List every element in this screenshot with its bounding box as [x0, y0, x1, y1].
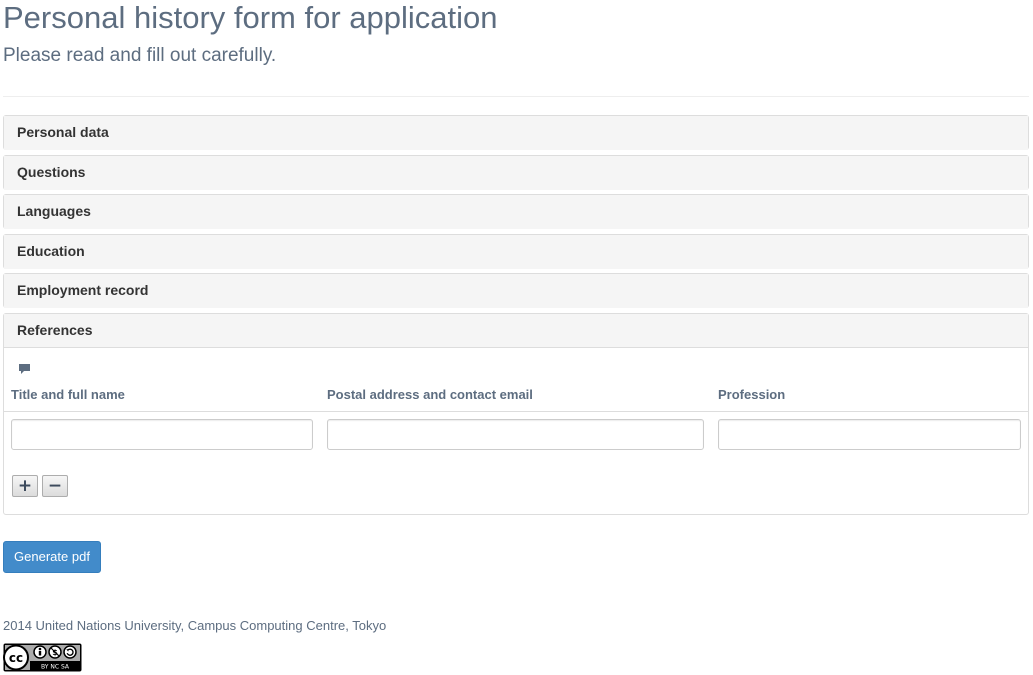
references-body: Title and full name Postal address and c…: [4, 348, 1028, 514]
column-header-postal-address-email: Postal address and contact email: [327, 387, 533, 402]
svg-text:cc: cc: [9, 651, 23, 665]
section-header-personal-data[interactable]: Personal data: [4, 116, 1028, 150]
comment-icon: [19, 364, 30, 374]
header-divider: [3, 96, 1029, 97]
section-header-employment-record[interactable]: Employment record: [4, 274, 1028, 308]
remove-row-button[interactable]: −: [42, 475, 68, 497]
title-full-name-input[interactable]: [11, 419, 313, 450]
page: Personal history form for application Pl…: [0, 0, 1033, 675]
section-references: References Title and full name Postal ad…: [3, 313, 1029, 515]
section-header-references[interactable]: References: [4, 314, 1028, 348]
cc-badge-text: BY NC SA: [41, 664, 70, 671]
section-questions: Questions: [3, 155, 1029, 190]
page-subtitle: Please read and fill out carefully.: [3, 45, 277, 66]
cc-by-nc-sa-icon[interactable]: cc $ BY NC SA: [3, 643, 82, 672]
page-title: Personal history form for application: [3, 0, 498, 35]
generate-pdf-button[interactable]: Generate pdf: [3, 541, 101, 573]
add-row-button[interactable]: +: [12, 475, 38, 497]
table-header-divider: [4, 411, 1028, 412]
postal-address-email-input[interactable]: [327, 419, 704, 450]
section-languages: Languages: [3, 194, 1029, 229]
section-education: Education: [3, 234, 1029, 269]
column-header-title-full-name: Title and full name: [11, 387, 125, 402]
section-header-education[interactable]: Education: [4, 235, 1028, 269]
footer-copyright: 2014 United Nations University, Campus C…: [3, 618, 387, 633]
column-header-profession: Profession: [718, 387, 786, 402]
profession-input[interactable]: [718, 419, 1021, 450]
section-personal-data: Personal data: [3, 115, 1029, 150]
section-header-languages[interactable]: Languages: [4, 195, 1028, 229]
section-employment-record: Employment record: [3, 273, 1029, 308]
section-header-questions[interactable]: Questions: [4, 156, 1028, 190]
